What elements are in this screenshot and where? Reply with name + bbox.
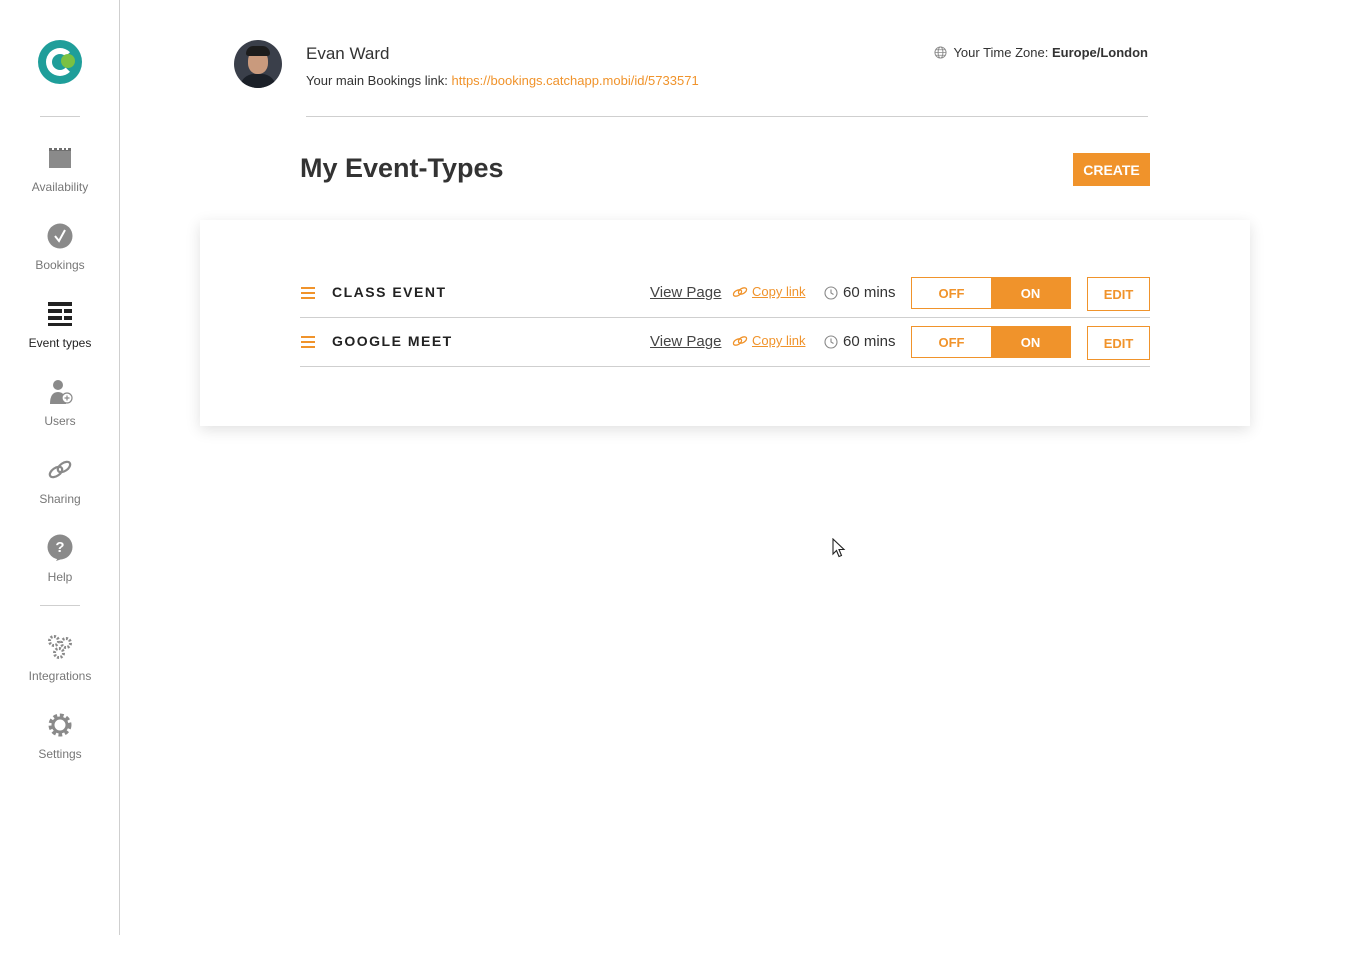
clock-icon: [824, 285, 838, 300]
globe-icon: [934, 46, 947, 59]
link-icon: [48, 460, 72, 479]
timezone-label: Your Time Zone:: [953, 45, 1052, 60]
view-page-link[interactable]: View Page: [650, 284, 721, 301]
drag-handle-icon[interactable]: [301, 287, 315, 299]
logo-dot: [61, 54, 75, 68]
page-title: My Event-Types: [300, 153, 504, 183]
sidebar-item-settings[interactable]: Settings: [0, 711, 120, 761]
sidebar-divider: [40, 605, 80, 606]
add-user-icon: [50, 380, 73, 404]
gears-icon: [48, 635, 72, 659]
copy-link-label: Copy link: [752, 333, 806, 348]
timezone[interactable]: Your Time Zone: Europe/London: [934, 45, 1148, 60]
bookings-link[interactable]: https://bookings.catchapp.mobi/id/573357…: [452, 73, 699, 88]
check-circle-icon: [47, 223, 73, 249]
event-name: CLASS EVENT: [332, 284, 447, 300]
status-toggle: OFF ON: [911, 277, 1071, 309]
event-list-icon: [48, 302, 72, 326]
sidebar-item-availability[interactable]: Availability: [0, 144, 120, 194]
toggle-off-button[interactable]: OFF: [912, 278, 991, 308]
toggle-on-button[interactable]: ON: [991, 278, 1070, 308]
sidebar-item-bookings[interactable]: Bookings: [0, 222, 120, 272]
mouse-cursor-icon: [832, 538, 846, 558]
sidebar-item-label: Integrations: [28, 669, 92, 683]
sidebar-item-label: Settings: [38, 747, 82, 761]
link-icon: [732, 335, 748, 346]
svg-text:?: ?: [55, 539, 64, 556]
sidebar-item-event-types[interactable]: Event types: [0, 300, 120, 350]
avatar-hair: [246, 46, 270, 56]
copy-link-button[interactable]: Copy link: [732, 284, 805, 299]
event-row-class-event: CLASS EVENT View Page Copy link 60 mins …: [300, 269, 1150, 318]
bookings-link-row: Your main Bookings link: https://booking…: [306, 73, 699, 88]
sidebar-item-label: Bookings: [35, 258, 85, 272]
duration-value: 60 mins: [843, 284, 896, 301]
toggle-off-button[interactable]: OFF: [912, 327, 991, 357]
drag-handle-icon[interactable]: [301, 336, 315, 348]
event-name: GOOGLE MEET: [332, 333, 453, 349]
sidebar-item-sharing[interactable]: Sharing: [0, 456, 120, 506]
clock-icon: [824, 334, 838, 349]
help-icon: ?: [47, 534, 73, 561]
sidebar-item-label: Users: [44, 414, 76, 428]
edit-button[interactable]: EDIT: [1087, 277, 1150, 311]
sidebar-item-users[interactable]: Users: [0, 378, 120, 428]
event-types-card: CLASS EVENT View Page Copy link 60 mins …: [200, 220, 1250, 426]
status-toggle: OFF ON: [911, 326, 1071, 358]
sidebar-divider: [40, 116, 80, 117]
toggle-on-button[interactable]: ON: [991, 327, 1070, 357]
sidebar-item-label: Availability: [31, 180, 89, 194]
edit-button[interactable]: EDIT: [1087, 326, 1150, 360]
copy-link-button[interactable]: Copy link: [732, 333, 805, 348]
duration-value: 60 mins: [843, 333, 896, 350]
avatar-body: [240, 74, 276, 88]
sidebar-item-label: Sharing: [39, 492, 81, 506]
timezone-value: Europe/London: [1051, 45, 1148, 60]
user-name: Evan Ward: [306, 44, 390, 63]
copy-link-label: Copy link: [752, 284, 806, 299]
link-icon: [732, 286, 748, 297]
sidebar-item-help[interactable]: ? Help: [0, 534, 120, 584]
sidebar: Availability Bookings Event types Users: [0, 0, 120, 935]
sidebar-item-label: Event types: [28, 336, 92, 350]
header-divider: [306, 116, 1148, 117]
sidebar-item-integrations[interactable]: Integrations: [0, 633, 120, 683]
calendar-icon: [49, 145, 71, 168]
sidebar-item-label: Help: [47, 570, 73, 584]
view-page-link[interactable]: View Page: [650, 333, 721, 350]
duration: 60 mins: [824, 333, 896, 350]
create-button[interactable]: CREATE: [1073, 153, 1150, 186]
event-row-google-meet: GOOGLE MEET View Page Copy link 60 mins …: [300, 318, 1150, 367]
bookings-link-label: Your main Bookings link:: [306, 73, 452, 88]
duration: 60 mins: [824, 284, 896, 301]
settings-gear-icon: [48, 713, 72, 737]
avatar: [234, 40, 282, 88]
app-logo[interactable]: [38, 40, 82, 84]
